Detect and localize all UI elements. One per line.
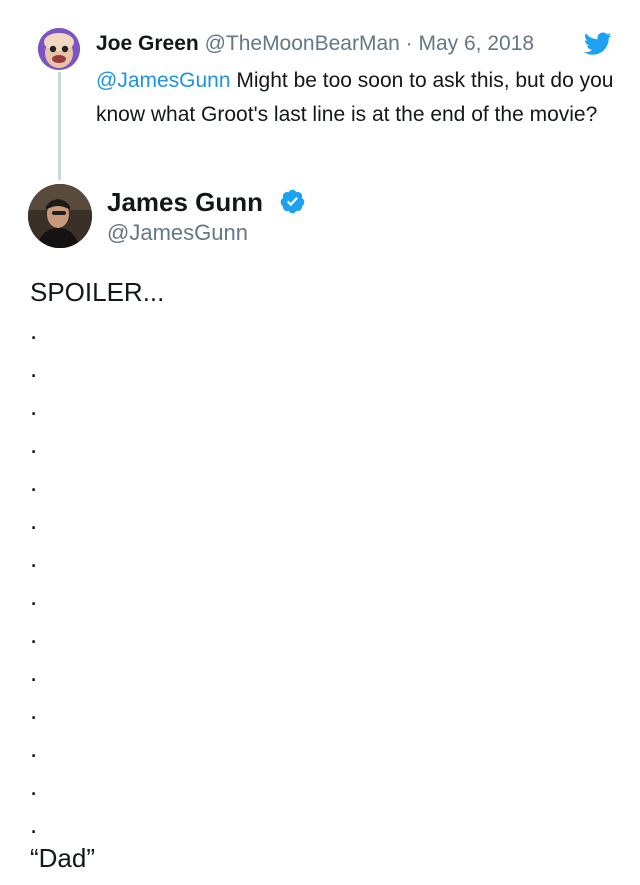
parent-tweet-date[interactable]: May 6, 2018 xyxy=(419,32,535,55)
dot-line: . xyxy=(30,315,38,345)
parent-avatar[interactable] xyxy=(38,28,80,70)
parent-author-name[interactable]: Joe Green xyxy=(96,32,199,55)
author-avatar[interactable] xyxy=(28,184,92,248)
author-name[interactable]: James Gunn xyxy=(107,186,263,218)
dot-line: . xyxy=(30,733,38,763)
dot-line: . xyxy=(30,657,38,687)
verified-badge-icon xyxy=(280,189,305,214)
dot-line: . xyxy=(30,771,38,801)
author-avatar-image xyxy=(28,184,92,248)
dot-line: . xyxy=(30,581,38,611)
parent-author-handle[interactable]: @TheMoonBearMan xyxy=(205,32,400,55)
thread-connector-line xyxy=(58,72,61,180)
parent-date-separator: · xyxy=(405,32,413,55)
dot-line: . xyxy=(30,391,38,421)
dot-line: . xyxy=(30,353,38,383)
dot-line: . xyxy=(30,543,38,573)
parent-tweet-header: Joe Green @TheMoonBearMan · May 6, 2018 xyxy=(96,30,534,58)
dot-line: . xyxy=(30,429,38,459)
dot-line: . xyxy=(30,695,38,725)
dot-line: . xyxy=(30,467,38,497)
tweet-last-line: “Dad” xyxy=(30,843,96,873)
parent-avatar-image xyxy=(38,28,80,70)
mention-link[interactable]: @JamesGunn xyxy=(96,69,231,92)
dot-line: . xyxy=(30,505,38,535)
author-handle[interactable]: @JamesGunn xyxy=(107,219,248,247)
tweet-first-line: SPOILER... xyxy=(30,277,165,307)
twitter-bird-icon[interactable] xyxy=(584,32,612,56)
dot-line: . xyxy=(30,809,38,839)
dot-line: . xyxy=(30,619,38,649)
parent-tweet-text: @JamesGunn Might be too soon to ask this… xyxy=(96,64,616,132)
